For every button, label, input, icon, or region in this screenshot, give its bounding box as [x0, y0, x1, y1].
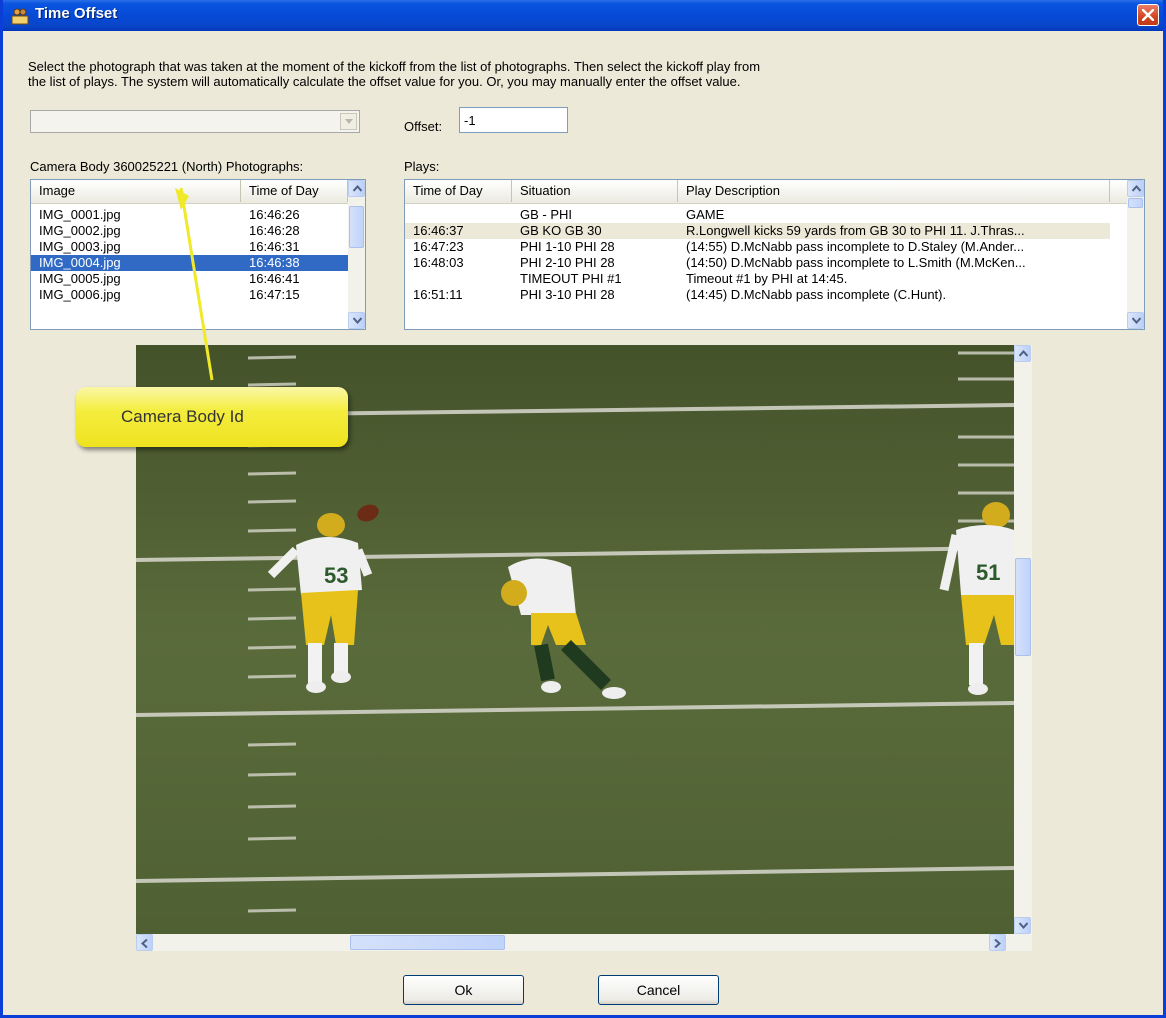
jersey-number: 51	[976, 560, 1000, 585]
cancel-button[interactable]: Cancel	[598, 975, 719, 1005]
photo-horizontal-scrollbar[interactable]	[136, 934, 1014, 951]
app-icon	[11, 8, 29, 25]
column-header-image[interactable]: Image	[31, 180, 241, 202]
offset-input[interactable]	[459, 107, 568, 133]
photo-vscroll-thumb[interactable]	[1015, 558, 1031, 656]
column-header-time-of-day[interactable]: Time of Day	[241, 180, 348, 202]
play-row[interactable]: TIMEOUT PHI #1 Timeout #1 by PHI at 14:45…	[405, 271, 1110, 287]
plays-scroll-down[interactable]	[1127, 312, 1144, 329]
photo-image-cell: IMG_0006.jpg	[39, 287, 121, 302]
photographs-scroll-down[interactable]	[348, 312, 365, 329]
photographs-scrollbar[interactable]	[348, 180, 365, 329]
chevron-down-icon	[1132, 317, 1141, 324]
photo-time-cell: 16:46:38	[249, 255, 300, 270]
photo-row[interactable]: IMG_0004.jpg 16:46:38	[31, 255, 348, 271]
play-situation-cell: PHI 1-10 PHI 28	[520, 239, 615, 254]
photo-row[interactable]: IMG_0006.jpg 16:47:15	[31, 287, 348, 303]
plays-list[interactable]: Time of Day Situation Play Description G…	[404, 179, 1145, 330]
play-description-cell: GAME	[686, 207, 725, 222]
title-bar[interactable]: Time Offset	[3, 0, 1163, 31]
play-description-cell: (14:55) D.McNabb pass incomplete to D.St…	[686, 239, 1025, 254]
play-description-cell: Timeout #1 by PHI at 14:45.	[686, 271, 848, 286]
play-time-cell: 16:46:37	[413, 223, 464, 238]
photo-scroll-left[interactable]	[136, 934, 153, 951]
column-header-situation[interactable]: Situation	[512, 180, 678, 202]
time-offset-dialog: Time Offset Select the photograph that w…	[0, 0, 1166, 1018]
photographs-scroll-thumb[interactable]	[349, 206, 364, 248]
camera-select[interactable]	[30, 110, 360, 133]
photo-image-cell: IMG_0005.jpg	[39, 271, 121, 286]
play-row[interactable]: GB - PHI GAME	[405, 207, 1110, 223]
play-situation-cell: GB - PHI	[520, 207, 573, 222]
play-situation-cell: PHI 2-10 PHI 28	[520, 255, 615, 270]
chevron-down-icon	[353, 317, 362, 324]
callout-text: Camera Body Id	[121, 407, 244, 426]
close-icon	[1142, 9, 1154, 21]
photo-time-cell: 16:46:41	[249, 271, 300, 286]
offset-label: Offset:	[404, 119, 443, 134]
play-time-cell: 16:47:23	[413, 239, 464, 254]
play-row[interactable]: 16:48:03 PHI 2-10 PHI 28 (14:50) D.McNabb …	[405, 255, 1110, 271]
chevron-up-icon	[353, 185, 362, 192]
chevron-down-icon	[345, 119, 353, 124]
photo-row[interactable]: IMG_0002.jpg 16:46:28	[31, 223, 348, 239]
play-situation-cell: TIMEOUT PHI #1	[520, 271, 622, 286]
photo-image-cell: IMG_0003.jpg	[39, 239, 121, 254]
play-description-cell: (14:45) D.McNabb pass incomplete (C.Hunt…	[686, 287, 947, 302]
camera-body-id-callout: Camera Body Id	[76, 387, 348, 447]
play-time-cell: 16:51:11	[413, 287, 463, 302]
photographs-list-header: Image Time of Day	[31, 180, 348, 204]
chevron-up-icon	[1019, 350, 1028, 357]
jersey-number: 53	[324, 563, 348, 588]
photographs-list[interactable]: Image Time of Day IMG_0001.jpg 16:46:26 IM…	[30, 179, 366, 330]
play-description-cell: (14:50) D.McNabb pass incomplete to L.Sm…	[686, 255, 1026, 270]
column-header-play-description[interactable]: Play Description	[678, 180, 1110, 202]
photo-row[interactable]: IMG_0001.jpg 16:46:26	[31, 207, 348, 223]
photo-scroll-right[interactable]	[989, 934, 1006, 951]
ok-button[interactable]: Ok	[403, 975, 524, 1005]
play-situation-cell: PHI 3-10 PHI 28	[520, 287, 615, 302]
photographs-scroll-up[interactable]	[348, 180, 365, 197]
photo-scroll-down[interactable]	[1014, 917, 1031, 934]
photo-row[interactable]: IMG_0003.jpg 16:46:31	[31, 239, 348, 255]
photo-time-cell: 16:47:15	[249, 287, 300, 302]
photo-image-cell: IMG_0002.jpg	[39, 223, 121, 238]
photo-row[interactable]: IMG_0005.jpg 16:46:41	[31, 271, 348, 287]
plays-scroll-up[interactable]	[1127, 180, 1144, 197]
plays-scrollbar[interactable]	[1127, 180, 1144, 329]
plays-scroll-thumb[interactable]	[1128, 198, 1143, 208]
chevron-right-icon	[994, 939, 1001, 948]
photo-time-cell: 16:46:26	[249, 207, 300, 222]
photo-image-cell: IMG_0004.jpg	[39, 255, 121, 270]
play-row[interactable]: 16:51:11 PHI 3-10 PHI 28 (14:45) D.McNabb …	[405, 287, 1110, 303]
instructions-text: Select the photograph that was taken at …	[28, 59, 1028, 89]
play-row[interactable]: 16:46:37 GB KO GB 30 R.Longwell kicks 59 y…	[405, 223, 1110, 239]
photo-scroll-up[interactable]	[1014, 345, 1031, 362]
play-row[interactable]: 16:47:23 PHI 1-10 PHI 28 (14:55) D.McNabb …	[405, 239, 1110, 255]
camera-select-dropdown-button[interactable]	[340, 113, 357, 130]
play-situation-cell: GB KO GB 30	[520, 223, 602, 238]
close-button[interactable]	[1137, 4, 1159, 26]
chevron-up-icon	[1132, 185, 1141, 192]
photo-vertical-scrollbar[interactable]	[1014, 345, 1032, 951]
instructions-line-1: Select the photograph that was taken at …	[28, 59, 761, 74]
window-title: Time Offset	[35, 5, 118, 22]
photo-image-cell: IMG_0001.jpg	[39, 207, 121, 222]
play-description-cell: R.Longwell kicks 59 yards from GB 30 to …	[686, 223, 1025, 238]
photo-time-cell: 16:46:31	[249, 239, 300, 254]
photo-hscroll-thumb[interactable]	[350, 935, 505, 950]
chevron-left-icon	[141, 939, 148, 948]
plays-label: Plays:	[404, 159, 440, 174]
photo-time-cell: 16:46:28	[249, 223, 300, 238]
photographs-label: Camera Body 360025221 (North) Photograph…	[30, 159, 304, 174]
chevron-down-icon	[1019, 922, 1028, 929]
column-header-time-of-day[interactable]: Time of Day	[405, 180, 512, 202]
plays-list-header: Time of Day Situation Play Description	[405, 180, 1127, 204]
instructions-line-2: the list of plays. The system will autom…	[28, 74, 741, 89]
play-time-cell: 16:48:03	[413, 255, 464, 270]
